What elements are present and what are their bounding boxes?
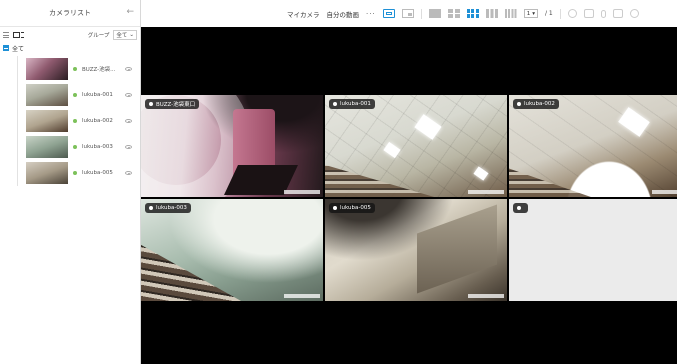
status-icon <box>517 206 521 210</box>
select-all-row[interactable]: 全て <box>0 42 140 54</box>
grid-view-icon-detail <box>21 31 24 38</box>
video-tile[interactable]: lukuba-005 <box>325 199 507 301</box>
list-view-icon[interactable] <box>3 31 9 38</box>
camera-item[interactable]: lukuba-005 <box>18 160 141 186</box>
timestamp-overlay <box>284 294 320 298</box>
settings-icon[interactable] <box>567 9 577 18</box>
layout-4-icon[interactable] <box>447 9 460 18</box>
more-icon[interactable]: ··· <box>366 10 376 18</box>
layout-16-icon[interactable] <box>504 9 517 18</box>
tile-label: lukuba-003 <box>145 203 191 213</box>
chevron-down-icon: ▾ <box>532 10 535 17</box>
camera-item[interactable]: lukuba-002 <box>18 108 141 134</box>
timestamp-overlay <box>468 294 504 298</box>
camera-name: lukuba-002 <box>82 118 113 124</box>
grid-view-icon[interactable] <box>13 31 20 38</box>
camera-thumbnail <box>26 84 68 106</box>
tile-label: lukuba-005 <box>329 203 375 213</box>
select-all-label: 全て <box>12 45 25 53</box>
online-status-icon <box>333 206 337 210</box>
camera-name: lukuba-003 <box>82 144 113 150</box>
camera-name: BUZZ-池袋... <box>82 67 116 73</box>
camera-name: lukuba-005 <box>82 170 113 176</box>
top-toolbar: マイカメラ 自分の動画 ··· 1 ▾ / 1 <box>141 0 677 27</box>
fullscreen-icon[interactable] <box>382 9 395 18</box>
ceiling-light <box>383 141 401 159</box>
camera-item[interactable]: lukuba-001 <box>18 82 141 108</box>
video-tile[interactable]: BUZZ-池袋東口 <box>141 95 323 197</box>
select-all-checkbox[interactable] <box>3 45 9 51</box>
eye-icon[interactable] <box>125 119 132 123</box>
camera-list-title: カメラリスト <box>49 9 91 17</box>
group-select[interactable]: 全て ⌄ <box>113 29 137 40</box>
layout-6-icon[interactable] <box>466 9 479 18</box>
layout-1-icon[interactable] <box>428 9 441 18</box>
film-icon[interactable] <box>583 9 594 18</box>
video-tile[interactable]: lukuba-001 <box>325 95 507 197</box>
page-select[interactable]: 1 ▾ <box>523 9 538 18</box>
ceiling-light <box>414 114 442 140</box>
ceiling-light <box>473 166 489 181</box>
snapshot-camera-icon[interactable] <box>612 9 623 18</box>
tile-label: lukuba-002 <box>513 99 559 109</box>
video-tile[interactable]: lukuba-003 <box>141 199 323 301</box>
empty-video-tile[interactable] <box>509 199 677 301</box>
online-status-icon <box>73 119 77 123</box>
camera-item[interactable]: BUZZ-池袋... <box>18 56 141 82</box>
camera-thumbnail <box>26 162 68 184</box>
online-status-icon <box>73 93 77 97</box>
online-status-icon <box>333 102 337 106</box>
online-status-icon <box>149 102 153 106</box>
camera-list-header: カメラリスト ← <box>0 0 140 27</box>
group-label: グループ <box>87 32 110 39</box>
camera-list-panel: カメラリスト ← グループ 全て ⌄ 全て BUZZ-池袋... lukuba-… <box>0 0 141 364</box>
page-select-value: 1 <box>526 10 531 17</box>
online-status-icon <box>149 206 153 210</box>
page-total: / 1 <box>544 10 553 17</box>
tile-label: BUZZ-池袋東口 <box>145 99 200 109</box>
camera-name: lukuba-001 <box>82 92 113 98</box>
online-status-icon <box>73 145 77 149</box>
online-status-icon <box>517 102 521 106</box>
camera-thumbnail <box>26 58 68 80</box>
tile-label: lukuba-001 <box>329 99 375 109</box>
my-videos-tab[interactable]: 自分の動画 <box>327 9 360 19</box>
eye-icon[interactable] <box>125 145 132 149</box>
camera-thumbnail <box>26 110 68 132</box>
collapse-arrow-icon[interactable]: ← <box>126 7 134 17</box>
group-select-value: 全て <box>116 32 128 39</box>
video-tile[interactable]: lukuba-002 <box>509 95 677 197</box>
eye-icon[interactable] <box>125 171 132 175</box>
timestamp-overlay <box>468 190 504 194</box>
timestamp-overlay <box>652 190 677 194</box>
list-toolbar: グループ 全て ⌄ <box>0 27 140 42</box>
eye-icon[interactable] <box>125 93 132 97</box>
camera-thumbnail <box>26 136 68 158</box>
picture-in-picture-icon[interactable] <box>401 9 414 18</box>
tile-label <box>513 203 528 213</box>
microphone-icon[interactable] <box>600 9 606 18</box>
my-camera-tab[interactable]: マイカメラ <box>287 9 320 19</box>
ceiling-light <box>618 107 650 137</box>
eye-icon[interactable] <box>629 9 639 18</box>
video-grid: BUZZ-池袋東口 lukuba-001 lukuba-002 lukuba-0… <box>141 27 677 364</box>
app-root: カメラリスト ← グループ 全て ⌄ 全て BUZZ-池袋... lukuba-… <box>0 0 677 364</box>
online-status-icon <box>73 171 77 175</box>
chevron-down-icon: ⌄ <box>129 31 134 38</box>
timestamp-overlay <box>284 190 320 194</box>
layout-9-icon[interactable] <box>485 9 498 18</box>
online-status-icon <box>73 67 77 71</box>
camera-item[interactable]: lukuba-003 <box>18 134 141 160</box>
eye-icon[interactable] <box>125 67 132 71</box>
camera-list: BUZZ-池袋... lukuba-001 lukuba-002 lukuba-… <box>17 56 141 186</box>
